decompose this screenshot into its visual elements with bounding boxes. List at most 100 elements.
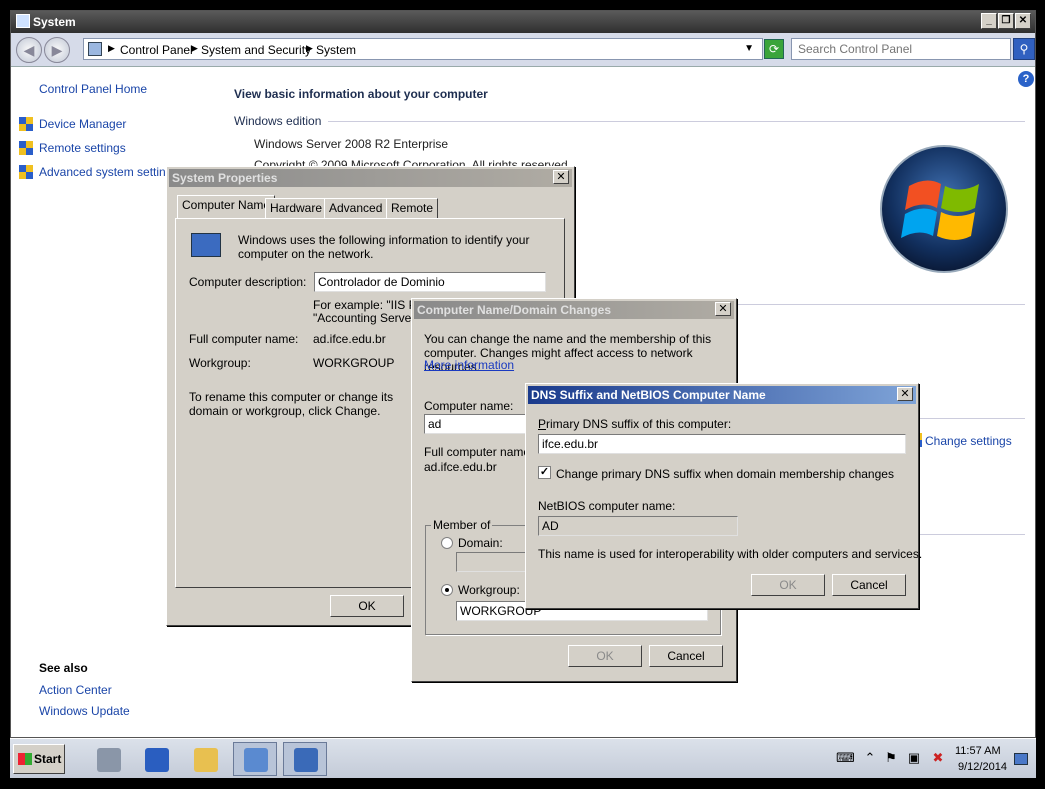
refresh-icon[interactable]: ⟳ — [764, 39, 784, 59]
tab-hardware[interactable]: Hardware — [265, 198, 328, 218]
netbios-label: NetBIOS computer name: — [538, 499, 676, 513]
description-label: Computer description: — [189, 275, 307, 289]
description-field[interactable] — [314, 272, 546, 292]
minimize-button[interactable]: _ — [981, 13, 997, 29]
taskbar-server-manager[interactable] — [86, 742, 130, 776]
address-bar[interactable]: ▶ Control Panel ▶ System and Security ▶ … — [83, 38, 763, 60]
example-text: "Accounting Server" — [313, 311, 420, 325]
keyboard-icon[interactable]: ⌨ — [836, 750, 855, 766]
show-desktop-button[interactable] — [1014, 753, 1028, 765]
clock-time[interactable]: 11:57 AM — [955, 745, 1001, 757]
taskbar-control-panel[interactable] — [233, 742, 277, 776]
taskbar-explorer[interactable] — [183, 742, 227, 776]
address-bar-row: ◀ ▶ ▶ Control Panel ▶ System and Securit… — [11, 33, 1035, 67]
chevron-right-icon[interactable]: ▶ — [108, 43, 115, 54]
computer-icon — [294, 748, 318, 772]
cancel-button[interactable]: Cancel — [832, 574, 906, 596]
cancel-button[interactable]: Cancel — [649, 645, 723, 667]
forward-icon[interactable]: ▶ — [44, 37, 70, 63]
tab-computer-name[interactable]: Computer Name — [177, 195, 276, 218]
more-information-link[interactable]: More information — [424, 358, 514, 372]
full-name-value: ad.ifce.edu.br — [424, 460, 497, 474]
search-icon[interactable]: ⚲ — [1013, 38, 1035, 60]
member-of-label: Member of — [431, 518, 493, 532]
primary-dns-label-text: rimary DNS suffix of this computer: — [546, 417, 732, 431]
control-panel-icon — [244, 748, 268, 772]
action-center-link[interactable]: Action Center — [39, 683, 112, 697]
title-bar[interactable]: System _ ❐ ✕ — [11, 11, 1035, 33]
close-icon[interactable]: ✕ — [897, 387, 913, 401]
workgroup-value: WORKGROUP — [313, 356, 395, 370]
flag-icon[interactable]: ⚑ — [883, 750, 899, 766]
domain-field[interactable] — [456, 552, 536, 572]
chevron-right-icon[interactable]: ▶ — [306, 43, 313, 54]
divider — [328, 121, 1025, 122]
close-button[interactable]: ✕ — [1015, 13, 1031, 29]
taskbar-powershell[interactable] — [134, 742, 178, 776]
change-dns-suffix-checkbox[interactable]: ✓ — [538, 466, 551, 479]
chevron-up-icon[interactable]: ⌃ — [862, 750, 878, 766]
control-panel-home-link[interactable]: Control Panel Home — [39, 82, 147, 96]
clock-date[interactable]: 9/12/2014 — [958, 761, 1007, 773]
speaker-muted-icon[interactable]: ✖ — [930, 750, 946, 766]
full-name-value: ad.ifce.edu.br — [313, 332, 386, 346]
ok-button[interactable]: OK — [568, 645, 642, 667]
shield-icon — [19, 117, 34, 132]
breadcrumb-control-panel[interactable]: Control Panel — [120, 43, 193, 57]
breadcrumb-system-and-security[interactable]: System and Security — [201, 43, 311, 57]
primary-dns-suffix-field[interactable] — [538, 434, 906, 454]
full-name-label: Full computer name: — [189, 332, 299, 346]
edition-value: Windows Server 2008 R2 Enterprise — [254, 137, 449, 151]
dns-suffix-title[interactable]: DNS Suffix and NetBIOS Computer Name — [528, 386, 916, 404]
start-button[interactable]: Start — [13, 744, 65, 774]
computer-icon — [191, 233, 221, 257]
start-label: Start — [34, 752, 62, 766]
computer-name-field[interactable] — [424, 414, 534, 434]
change-settings-link[interactable]: Change settings — [925, 434, 1012, 448]
domain-radio[interactable] — [441, 537, 453, 549]
close-icon[interactable]: ✕ — [553, 170, 569, 184]
windows-logo — [880, 145, 1008, 273]
breadcrumb-system[interactable]: System — [316, 43, 356, 57]
tab-strip: Computer Name Hardware Advanced Remote — [175, 195, 570, 219]
dns-suffix-dialog: DNS Suffix and NetBIOS Computer Name ✕ P… — [525, 383, 923, 609]
search-input[interactable] — [791, 38, 1011, 60]
remote-settings-link[interactable]: Remote settings — [39, 141, 126, 155]
chevron-down-icon[interactable]: ▼ — [744, 43, 754, 54]
ok-button[interactable]: OK — [330, 595, 404, 617]
windows-flag-icon — [18, 753, 32, 765]
workgroup-label: Workgroup: — [458, 583, 520, 597]
chevron-right-icon[interactable]: ▶ — [191, 43, 198, 54]
window-title: System — [33, 15, 76, 29]
windows-update-link[interactable]: Windows Update — [39, 704, 130, 718]
divider — [919, 418, 1025, 419]
see-also-heading: See also — [39, 661, 88, 675]
rename-text: To rename this computer or change its do… — [189, 390, 394, 418]
powershell-icon — [145, 748, 169, 772]
netbios-note: This name is used for interoperability w… — [538, 547, 923, 561]
server-manager-icon — [97, 748, 121, 772]
close-icon[interactable]: ✕ — [715, 302, 731, 316]
help-icon[interactable]: ? — [1018, 71, 1034, 87]
name-changes-title[interactable]: Computer Name/Domain Changes — [414, 301, 734, 319]
taskbar: Start ⌨ ⌃ ⚑ ▣ ✖ 11:57 AM 9/12/2014 — [10, 738, 1036, 778]
back-icon[interactable]: ◀ — [16, 37, 42, 63]
full-name-label: Full computer name: — [424, 445, 534, 459]
device-manager-link[interactable]: Device Manager — [39, 117, 126, 131]
taskbar-system-properties[interactable] — [283, 742, 327, 776]
advanced-system-settings-link[interactable]: Advanced system settings — [39, 165, 178, 179]
shield-icon — [19, 165, 34, 180]
ok-button[interactable]: OK — [751, 574, 825, 596]
intro-text: Windows uses the following information t… — [238, 233, 530, 261]
workgroup-radio[interactable] — [441, 584, 453, 596]
folder-icon — [194, 748, 218, 772]
windows-edition-heading: Windows edition — [234, 114, 322, 128]
system-properties-title[interactable]: System Properties — [169, 169, 572, 187]
network-icon[interactable]: ▣ — [906, 750, 922, 766]
divider — [919, 534, 1025, 535]
tab-advanced[interactable]: Advanced — [324, 198, 388, 218]
shield-icon — [19, 141, 34, 156]
netbios-name-field[interactable] — [538, 516, 738, 536]
maximize-button[interactable]: ❐ — [998, 13, 1014, 29]
tab-remote[interactable]: Remote — [386, 198, 439, 218]
